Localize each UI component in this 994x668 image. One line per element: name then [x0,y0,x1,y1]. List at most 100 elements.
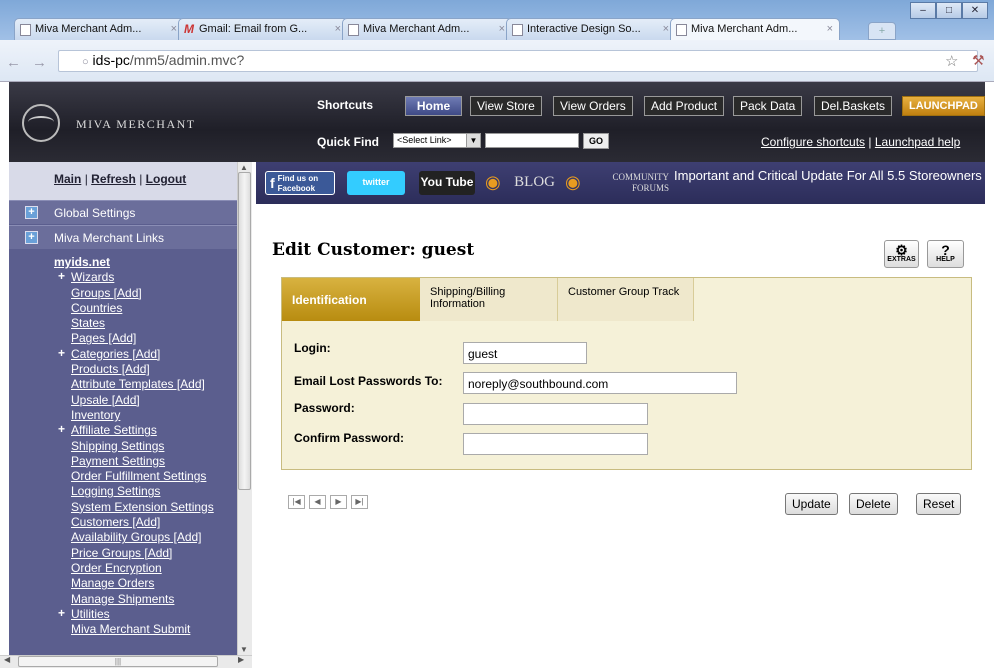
scroll-down-icon[interactable]: ▼ [240,645,248,654]
page-icon [348,24,359,36]
view-orders-button[interactable]: View Orders [553,96,633,116]
update-notice[interactable]: Important and Critical Update For All 5.… [674,168,984,183]
sidebar-item[interactable]: Logging Settings [54,484,236,499]
sidebar-item[interactable]: Upsale [Add] [54,393,236,408]
scroll-left-icon[interactable]: ◀ [4,655,10,664]
browser-tab-active[interactable]: Miva Merchant Adm... × [670,18,840,40]
maximize-icon[interactable]: □ [936,2,962,19]
close-tab-icon[interactable]: × [499,23,505,35]
twitter-link[interactable]: twitter [347,171,405,195]
confirm-password-field[interactable] [463,433,648,455]
minimize-icon[interactable]: – [910,2,936,19]
last-record-icon[interactable]: ▶| [351,495,368,509]
previous-record-icon[interactable]: ◀ [309,495,326,509]
blog-icon: ◉ [485,172,501,192]
browser-tab[interactable]: M Gmail: Email from G... × [178,18,348,40]
go-button[interactable]: GO [583,133,609,149]
sidebar-item[interactable]: Manage Shipments [54,592,236,607]
refresh-link[interactable]: Refresh [91,172,136,186]
sidebar-item[interactable]: Price Groups [Add] [54,546,236,561]
url-text[interactable]: ○ ids-pc/mm5/admin.mvc? [82,52,244,68]
sidebar-item[interactable]: Pages [Add] [54,331,236,346]
sidebar-item[interactable]: Inventory [54,408,236,423]
forward-icon[interactable]: → [32,54,47,72]
launchpad-button[interactable]: LAUNCHPAD [902,96,985,116]
confirm-password-label: Confirm Password: [294,431,405,445]
login-field[interactable]: guest [463,342,587,364]
shortcuts-label: Shortcuts [317,98,374,112]
facebook-link[interactable]: f Find us on Facebook [265,171,335,195]
sidebar-item[interactable]: Order Encryption [54,561,236,576]
bookmark-star-icon[interactable]: ☆ [945,52,958,70]
close-tab-icon[interactable]: × [171,23,177,35]
nav-tree: myids.net WizardsGroups [Add]CountriesSt… [54,255,236,637]
pack-data-button[interactable]: Pack Data [733,96,803,116]
close-tab-icon[interactable]: × [335,23,341,35]
close-tab-icon[interactable]: × [827,23,833,35]
configure-shortcuts-link[interactable]: Configure shortcuts [761,135,865,149]
sidebar-item[interactable]: Utilities [54,606,236,622]
tab-identification[interactable]: Identification [282,278,420,321]
tab-customer-group[interactable]: Customer Group Track [558,278,694,321]
sidebar-item[interactable]: Availability Groups [Add] [54,530,236,545]
password-field[interactable] [463,403,648,425]
home-button[interactable]: Home [405,96,462,116]
sidebar-item[interactable]: Attribute Templates [Add] [54,377,236,392]
sidebar-item[interactable]: Payment Settings [54,454,236,469]
site-link[interactable]: myids.net [54,255,236,270]
scroll-up-icon[interactable]: ▲ [240,163,248,172]
del-baskets-button[interactable]: Del.Baskets [814,96,893,116]
view-store-button[interactable]: View Store [470,96,542,116]
main-link[interactable]: Main [54,172,81,186]
add-product-button[interactable]: Add Product [644,96,725,116]
sidebar-item[interactable]: System Extension Settings [54,500,236,515]
password-label: Password: [294,401,355,415]
sidebar-item[interactable]: Products [Add] [54,362,236,377]
sidebar-item[interactable]: Customers [Add] [54,515,236,530]
new-tab-button[interactable]: + [868,22,896,40]
browser-tab[interactable]: Miva Merchant Adm... × [342,18,512,40]
update-button[interactable]: Update [785,493,838,515]
forums-link[interactable]: ◉ COMMUNITY FORUMS [565,171,669,195]
help-button[interactable]: ? HELP [927,240,964,268]
scrollbar-thumb[interactable] [238,172,251,490]
plus-icon: + [25,206,38,219]
sidebar-item[interactable]: Affiliate Settings [54,422,236,438]
scroll-right-icon[interactable]: ▶ [238,655,244,664]
page-icon [676,24,687,36]
back-icon[interactable]: ← [6,54,21,72]
sidebar-item[interactable]: Order Fulfillment Settings [54,469,236,484]
close-icon[interactable]: ✕ [962,2,988,19]
quick-find-select[interactable]: <Select Link> ▼ [393,133,481,148]
next-record-icon[interactable]: ▶ [330,495,347,509]
extras-button[interactable]: ⚙ EXTRAS [884,240,919,268]
sidebar-item[interactable]: Categories [Add] [54,346,236,362]
first-record-icon[interactable]: |◀ [288,495,305,509]
record-pager: |◀ ◀ ▶ ▶| [288,495,368,509]
delete-button[interactable]: Delete [849,493,898,515]
global-settings-item[interactable]: + Global Settings [9,200,237,224]
logout-link[interactable]: Logout [146,172,187,186]
sidebar-item[interactable]: Groups [Add] [54,286,236,301]
horizontal-scroll-thumb[interactable]: ||| [18,656,218,667]
wrench-icon[interactable]: ⚒ [972,52,985,69]
browser-tab[interactable]: Interactive Design So... × [506,18,676,40]
sidebar-item[interactable]: Manage Orders [54,576,236,591]
sidebar-top-links: Main | Refresh | Logout [54,172,187,186]
tab-shipping-billing[interactable]: Shipping/Billing Information [420,278,558,321]
sidebar-item[interactable]: Wizards [54,269,236,285]
close-tab-icon[interactable]: × [663,23,669,35]
sidebar-item[interactable]: Shipping Settings [54,439,236,454]
youtube-link[interactable]: You Tube [419,171,475,195]
gmail-icon: M [184,22,194,36]
miva-links-item[interactable]: + Miva Merchant Links [9,225,237,249]
quick-find-input[interactable] [485,133,579,148]
sidebar-item[interactable]: Miva Merchant Submit [54,622,236,637]
reset-button[interactable]: Reset [916,493,962,515]
sidebar-item[interactable]: States [54,316,236,331]
browser-tab[interactable]: Miva Merchant Adm... × [14,18,184,40]
email-field[interactable]: noreply@southbound.com [463,372,737,394]
blog-link[interactable]: ◉ BLOG [485,171,555,195]
sidebar-item[interactable]: Countries [54,301,236,316]
launchpad-help-link[interactable]: Launchpad help [875,135,960,149]
